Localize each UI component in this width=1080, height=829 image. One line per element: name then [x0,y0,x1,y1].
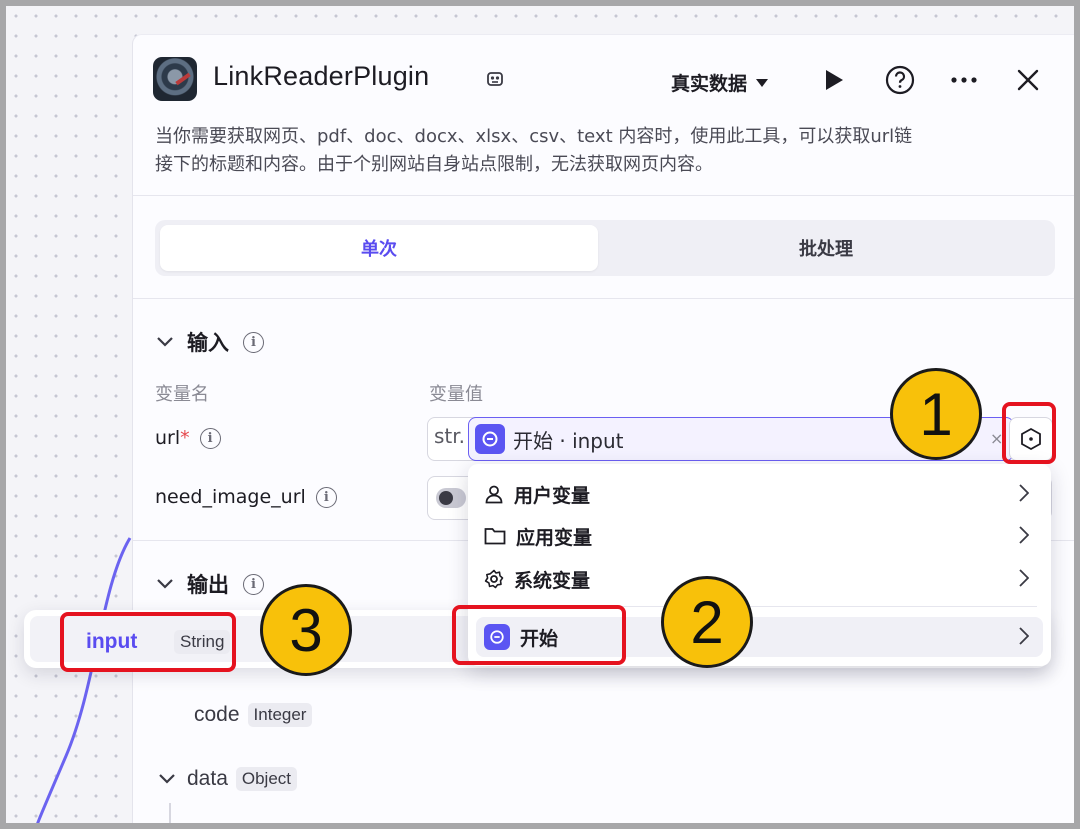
tab-single[interactable]: 单次 [160,225,598,271]
highlight-box-input-row [60,612,236,672]
menu-item-label: 应用变量 [516,526,593,549]
info-icon: i [243,573,264,595]
menu-item-system-variables[interactable]: 系统变量 [476,559,1043,599]
chevron-down-icon [157,337,173,347]
run-mode-tabs: 单次 批处理 [155,220,1055,276]
menu-item-user-variables[interactable]: 用户变量 [476,474,1043,514]
divider [133,195,1074,196]
highlight-box-start-item [452,605,626,665]
screenshot-frame: LinkReaderPlugin 真实数据 当你需要获取网页、pdf、doc、d… [0,0,1080,829]
output-section-header[interactable]: 输出 i [157,569,264,599]
start-node-icon [475,424,505,454]
play-icon [826,70,843,90]
menu-item-app-variables[interactable]: 应用变量 [476,516,1043,556]
more-icon [951,77,977,83]
step-badge-2: 2 [661,576,753,668]
data-mode-label: 真实数据 [671,73,748,95]
gear-icon [484,569,504,589]
input-section-header[interactable]: 输入 i [157,327,264,357]
menu-item-label: 用户变量 [514,484,591,507]
menu-item-label: 系统变量 [514,569,591,592]
plugin-description: 当你需要获取网页、pdf、doc、docx、xlsx、csv、text 内容时，… [155,123,1055,179]
divider [133,298,1074,299]
info-icon: i [243,331,264,353]
chevron-right-icon [1019,526,1029,544]
step-badge-1: 1 [890,368,982,460]
highlight-box-variable-button [1002,402,1056,464]
info-icon: i [315,486,337,508]
description-line: 接下的标题和内容。由于个别网站自身站点限制，无法获取网页内容。 [155,154,713,175]
info-icon: i [199,427,221,449]
type-tag: Object [235,767,298,791]
type-prefix: str. [434,424,466,448]
need-image-url-text: need_image_url [155,486,306,508]
type-tag: Integer [247,703,313,727]
output-section-title: 输出 [187,573,229,597]
chevron-right-icon [1019,484,1029,502]
output-row-data[interactable]: data Object [159,767,298,791]
reference-text: 开始 · input [513,428,624,453]
output-row-code: code Integer [194,703,313,727]
plugin-badge-icon [487,72,503,86]
need-image-url-label: need_image_url i [155,486,337,508]
need-image-url-toggle[interactable] [436,488,466,508]
help-icon [885,65,915,95]
chevron-right-icon [1019,569,1029,587]
chevron-right-icon [1019,627,1029,645]
required-marker: * [180,427,190,449]
close-icon [1017,69,1039,91]
caret-down-icon [756,78,769,87]
step-badge-3: 3 [260,584,352,676]
input-section-title: 输入 [187,331,229,355]
close-button[interactable] [1011,63,1045,97]
column-variable-name: 变量名 [155,384,209,405]
plugin-avatar [153,57,197,101]
description-line: 当你需要获取网页、pdf、doc、docx、xlsx、csv、text 内容时，… [155,126,913,147]
user-icon [485,485,503,504]
plugin-title: LinkReaderPlugin [213,61,430,91]
column-variable-value: 变量值 [429,384,483,405]
folder-icon [484,528,506,545]
output-name: code [194,703,240,726]
chevron-down-icon [157,579,173,589]
data-mode-dropdown[interactable]: 真实数据 [671,69,769,96]
connection-wire [36,537,132,823]
help-button[interactable] [883,63,917,97]
panel-header: LinkReaderPlugin 真实数据 [153,57,1056,107]
chevron-down-icon [159,774,175,784]
url-label-text: url [155,427,181,449]
tree-line [169,803,171,823]
more-button[interactable] [947,63,981,97]
run-button[interactable] [817,63,851,97]
tab-batch[interactable]: 批处理 [607,225,1045,271]
output-name: data [187,767,228,790]
url-label: url* i [155,427,221,449]
